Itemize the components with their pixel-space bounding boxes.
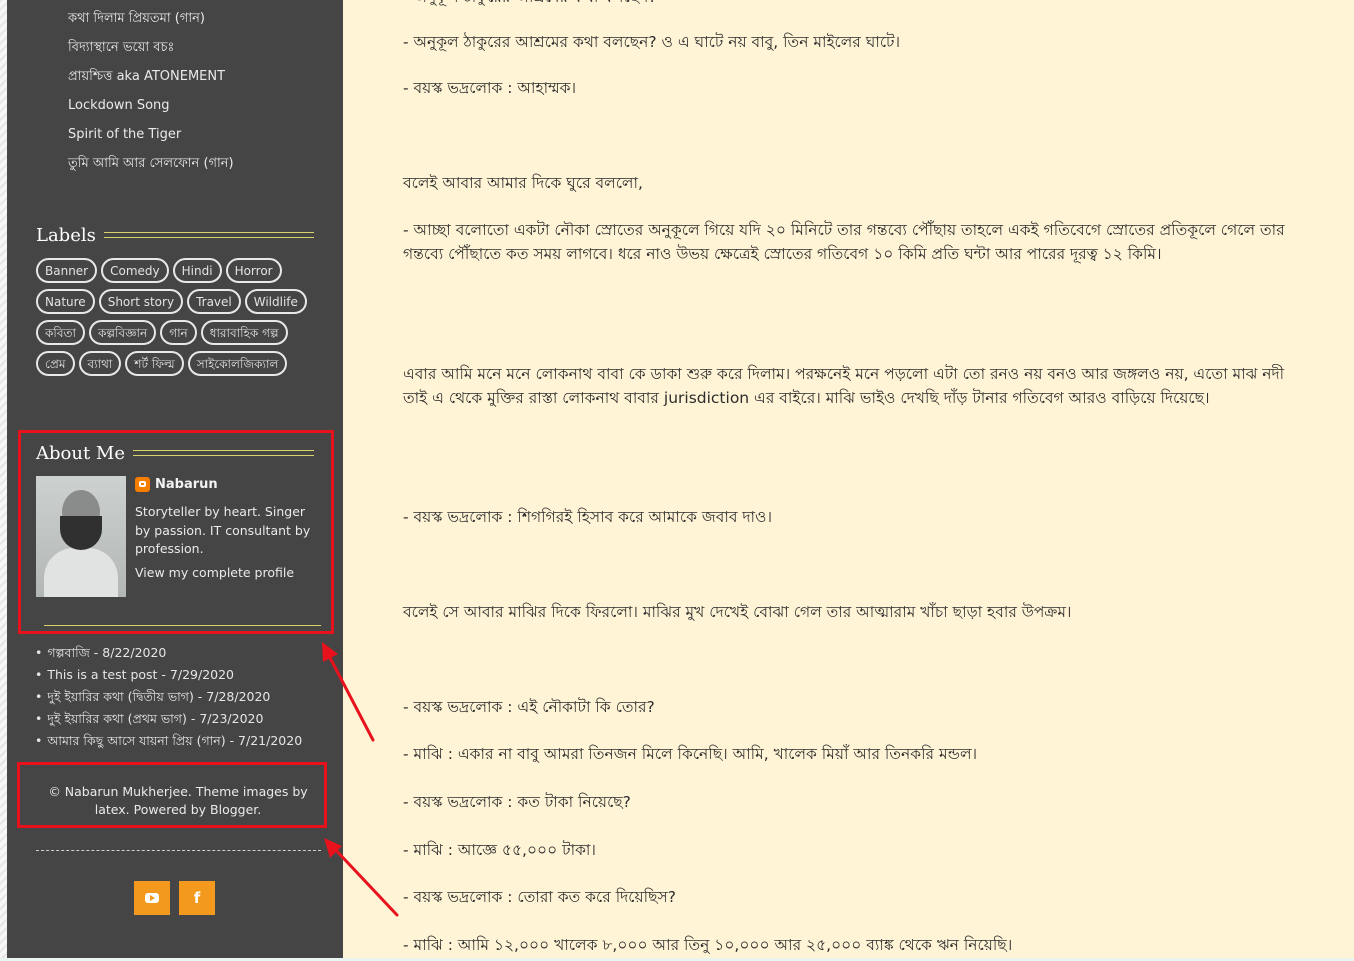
annotation-arrow-line bbox=[325, 650, 375, 742]
annotation-arrows bbox=[322, 642, 399, 917]
annotation-arrow-line bbox=[330, 844, 399, 917]
